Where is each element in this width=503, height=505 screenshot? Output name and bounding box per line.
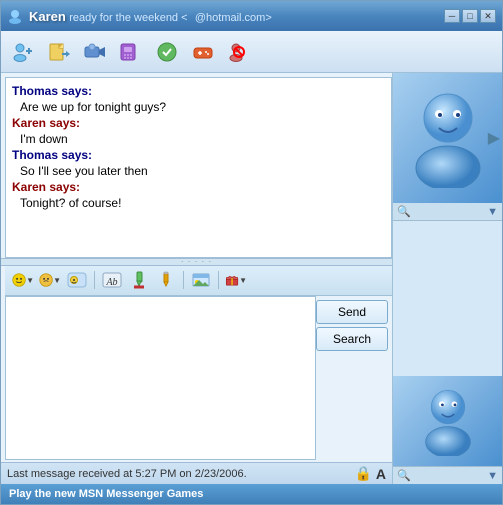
msg-1-speaker: Thomas says: (12, 84, 385, 98)
msg-2-text: I'm down (20, 132, 385, 146)
font-button[interactable]: Ab (100, 269, 124, 291)
message-input[interactable] (5, 296, 316, 461)
send-button[interactable]: Send (316, 300, 388, 324)
restore-button[interactable]: □ (462, 9, 478, 23)
contact-status: ready for the weekend < (69, 12, 187, 24)
background-button[interactable] (189, 269, 213, 291)
toolbar-block[interactable] (223, 37, 255, 67)
msg-3-speaker: Thomas says: (12, 148, 385, 162)
format-toolbar: ▼ ▼ (5, 266, 392, 296)
right-panel-middle (393, 221, 502, 376)
right-panel: ▶ (392, 73, 502, 484)
nudge-button[interactable]: ▼ (38, 269, 62, 291)
gift-button[interactable]: ▼ (224, 269, 248, 291)
msg-1-text: Are we up for tonight guys? (20, 100, 385, 114)
draw-button[interactable] (154, 269, 178, 291)
close-button[interactable]: ✕ (480, 9, 496, 23)
fmt-separator-1 (94, 271, 95, 289)
avatar-arrow-right[interactable]: ▶ (488, 128, 500, 148)
status-icons: 🔒 A (354, 465, 386, 482)
msg-3-text: So I'll see you later then (20, 164, 385, 178)
main-window: Karen ready for the weekend < @hotmail.c… (0, 0, 503, 505)
footer-text: Play the new MSN Messenger Games (9, 488, 203, 500)
title-bar-text: Karen ready for the weekend < @hotmail.c… (29, 9, 444, 24)
self-avatar-zoom-icon[interactable]: 🔍 (397, 469, 411, 482)
toolbar-activities[interactable] (151, 37, 183, 67)
status-icon-2: A (376, 466, 386, 482)
toolbar-add-contact[interactable] (7, 37, 39, 67)
chat-divider[interactable]: · · · · · (1, 258, 392, 266)
avatar-zoom-icon[interactable]: 🔍 (397, 205, 411, 218)
toolbar-send-file[interactable] (43, 37, 75, 67)
msg-2-speaker: Karen says: (12, 116, 385, 130)
contact-avatar-image (408, 88, 488, 188)
status-message: Last message received at 5:27 PM on 2/23… (7, 468, 350, 480)
emoji-picker-button[interactable]: ▼ (11, 269, 35, 291)
toolbar-games[interactable] (187, 37, 219, 67)
self-avatar (393, 376, 502, 466)
title-bar: Karen ready for the weekend < @hotmail.c… (1, 1, 502, 31)
input-wrapper (1, 296, 316, 463)
status-bar: Last message received at 5:27 PM on 2/23… (1, 462, 392, 484)
msg-4-speaker: Karen says: (12, 180, 385, 194)
svg-text:Ab: Ab (105, 277, 117, 288)
chat-container: Thomas says: Are we up for tonight guys?… (1, 73, 392, 484)
fmt-separator-3 (218, 271, 219, 289)
self-avatar-image (418, 386, 478, 456)
font-color-button[interactable] (127, 269, 151, 291)
app-icon (7, 8, 23, 24)
search-button[interactable]: Search (316, 327, 388, 351)
footer-bar: Play the new MSN Messenger Games (1, 484, 502, 504)
bottom-row: Send Search (1, 296, 392, 463)
avatar-controls-bottom: 🔍 ▼ (393, 466, 502, 484)
contact-name: Karen (29, 9, 66, 24)
self-avatar-menu-icon[interactable]: ▼ (487, 470, 498, 482)
contact-avatar: ▶ (393, 73, 502, 203)
fmt-separator-2 (183, 271, 184, 289)
minimize-button[interactable]: ─ (444, 9, 460, 23)
status-icon-1: 🔒 (354, 465, 371, 482)
main-toolbar (1, 31, 502, 73)
avatar-controls-top: 🔍 ▼ (393, 203, 502, 221)
chat-messages[interactable]: Thomas says: Are we up for tonight guys?… (5, 77, 392, 258)
toolbar-video[interactable] (79, 37, 111, 67)
contact-email: @hotmail.com> (195, 12, 272, 24)
emoticon-button[interactable] (65, 269, 89, 291)
window-controls: ─ □ ✕ (444, 9, 496, 23)
avatar-menu-icon[interactable]: ▼ (487, 206, 498, 218)
toolbar-audio[interactable] (115, 37, 147, 67)
buttons-area: Send Search (316, 296, 392, 463)
msg-4-text: Tonight? of course! (20, 196, 385, 210)
main-area: Thomas says: Are we up for tonight guys?… (1, 73, 502, 484)
